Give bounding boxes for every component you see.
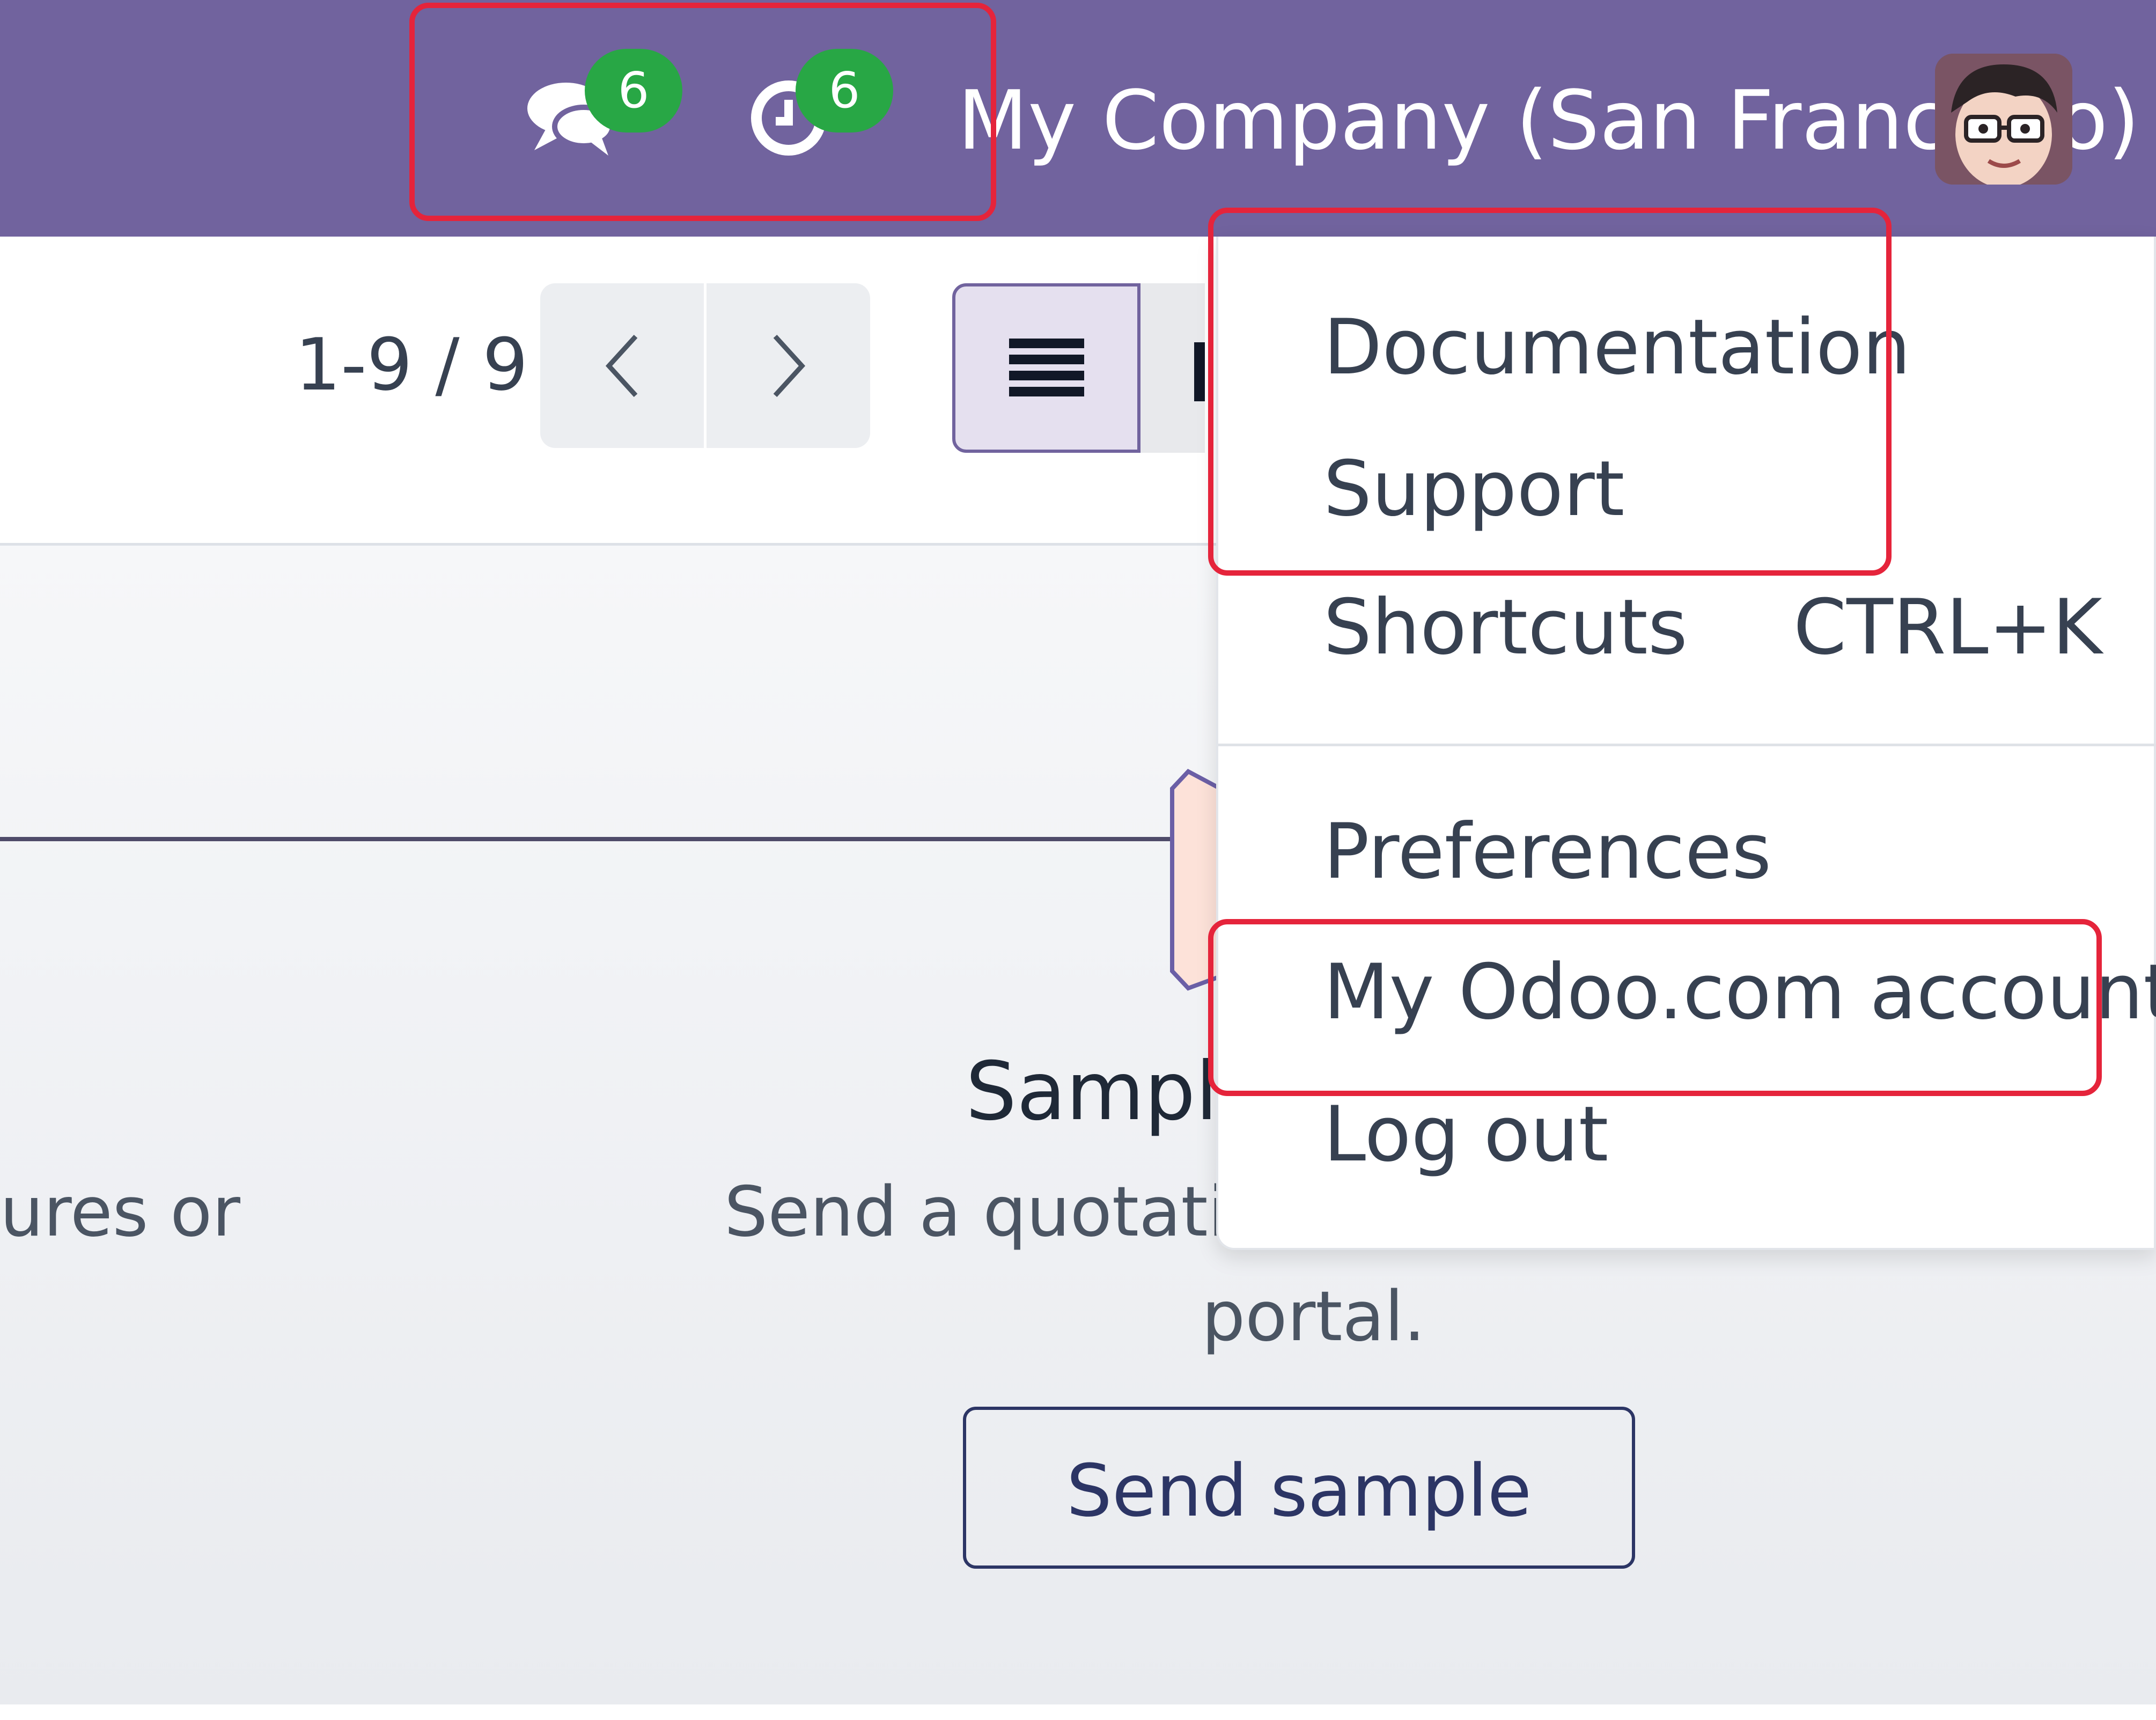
bottom-strip	[0, 1704, 2156, 1720]
user-avatar[interactable]	[1935, 54, 2072, 185]
shortcut-hint: CTRL+K	[1793, 583, 2102, 672]
menu-divider	[1218, 744, 2156, 746]
highlight-help-items	[1208, 208, 1892, 576]
sample-description-tail: portal.	[1202, 1277, 1426, 1357]
timeline-line	[0, 837, 1180, 841]
pager-next-button[interactable]	[707, 283, 870, 448]
kanban-view-button[interactable]	[1140, 283, 1205, 453]
pager-value[interactable]: 1-9 / 9	[295, 317, 528, 413]
chevron-right-icon	[773, 334, 805, 397]
helper-text-left: ures or	[0, 1172, 240, 1252]
pager-previous-button[interactable]	[540, 283, 704, 448]
menu-item-log-out[interactable]: Log out	[1323, 1081, 1608, 1188]
chevron-left-icon	[605, 334, 637, 397]
highlight-account-item	[1208, 919, 2102, 1096]
top-navbar: 6 6 My Company (San Francisco)	[0, 0, 2156, 237]
user-avatar-image	[1935, 54, 2072, 185]
menu-item-preferences[interactable]: Preferences	[1323, 798, 1771, 906]
list-icon	[1009, 339, 1084, 396]
send-sample-button[interactable]: Send sample	[963, 1407, 1635, 1569]
kanban-icon	[1194, 342, 1205, 401]
menu-item-shortcuts[interactable]: Shortcuts	[1323, 574, 1688, 681]
highlight-systray-icons	[409, 3, 996, 221]
list-view-button[interactable]	[952, 283, 1140, 453]
